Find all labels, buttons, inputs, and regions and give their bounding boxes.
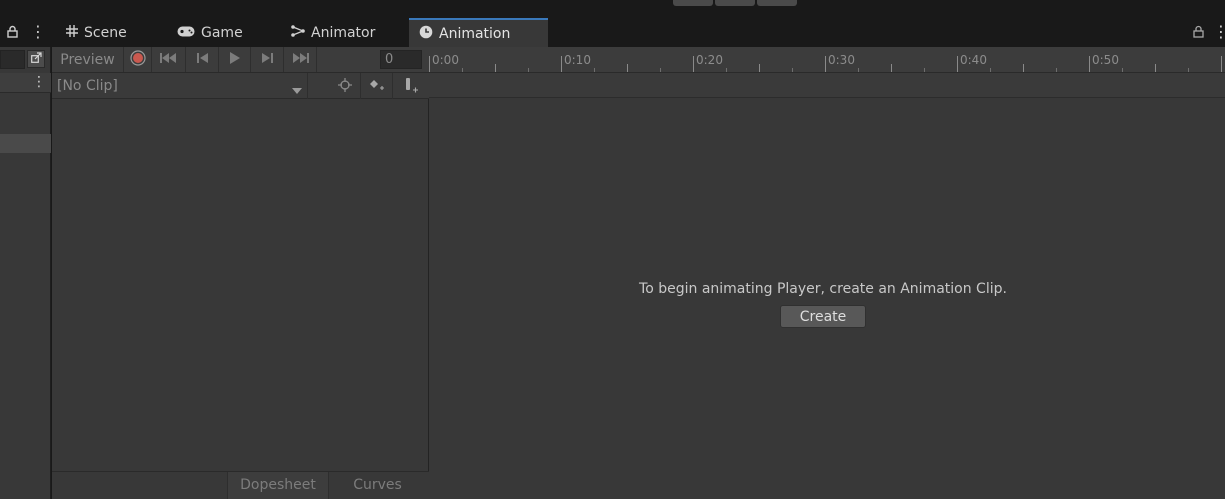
- ruler-tick-label: 0:20: [696, 53, 723, 67]
- next-key-button[interactable]: [251, 47, 284, 72]
- time-ruler[interactable]: 0:00 0:10 0:20 0:30 0:40 0:50: [429, 47, 1225, 73]
- skip-to-end-icon: [291, 52, 309, 67]
- tab-label: Animator: [311, 24, 376, 41]
- animation-properties-panel: [52, 47, 429, 499]
- step-mode-button[interactable]: [757, 0, 797, 6]
- event-lane[interactable]: [429, 73, 1225, 98]
- empty-state-message: To begin animating Player, create an Ani…: [639, 281, 1007, 297]
- clip-selector[interactable]: [No Clip]: [52, 73, 308, 99]
- last-key-button[interactable]: [284, 47, 317, 72]
- external-link-icon: [30, 51, 42, 67]
- chevron-down-icon: [292, 83, 302, 98]
- ruler-tick-label: 0:40: [960, 53, 987, 67]
- clip-selector-label: [No Clip]: [57, 78, 118, 94]
- skip-to-start-icon: [159, 52, 178, 67]
- filter-selection-button[interactable]: [329, 73, 361, 99]
- ruler-tick-label: 0:00: [432, 53, 459, 67]
- play-button[interactable]: [219, 47, 251, 72]
- tab-label: Game: [201, 24, 243, 41]
- add-event-icon: [403, 77, 419, 96]
- frame-field[interactable]: 0: [380, 50, 422, 69]
- pick-object-button[interactable]: [27, 50, 45, 68]
- ruler-tick-label: 0:50: [1092, 53, 1119, 67]
- gamepad-icon: [177, 25, 195, 41]
- record-button[interactable]: [124, 47, 152, 72]
- more-options-icon[interactable]: ⋮: [30, 24, 46, 40]
- pause-mode-button[interactable]: [715, 0, 755, 6]
- crosshair-icon: [337, 77, 352, 95]
- tab-animator[interactable]: Animator: [281, 18, 385, 47]
- play-mode-button[interactable]: [673, 0, 713, 6]
- add-event-button[interactable]: [393, 73, 429, 99]
- previous-key-button[interactable]: [186, 47, 219, 72]
- play-icon: [229, 51, 240, 68]
- more-options-icon[interactable]: ⋮: [1213, 24, 1225, 40]
- tab-animation[interactable]: Animation: [409, 18, 548, 47]
- hierarchy-panel: [0, 47, 51, 499]
- lock-icon[interactable]: [1193, 25, 1204, 42]
- preview-toggle[interactable]: Preview: [52, 47, 124, 72]
- ruler-tick-label: 0:10: [564, 53, 591, 67]
- top-strip: [0, 0, 1225, 18]
- ruler-tick-label: 0:30: [828, 53, 855, 67]
- step-back-icon: [196, 52, 208, 67]
- first-key-button[interactable]: [152, 47, 186, 72]
- tab-game[interactable]: Game: [167, 18, 253, 47]
- add-keyframe-icon: [369, 78, 385, 95]
- clock-icon: [419, 25, 433, 43]
- tab-curves[interactable]: Curves: [329, 472, 426, 499]
- step-forward-icon: [261, 52, 273, 67]
- record-icon: [129, 49, 146, 70]
- search-field[interactable]: [0, 50, 25, 69]
- timeline-area[interactable]: [429, 47, 1225, 499]
- grid-icon: [66, 24, 78, 41]
- more-options-icon[interactable]: ⋮: [32, 75, 46, 89]
- animator-icon: [291, 24, 305, 41]
- tab-label: Scene: [84, 24, 127, 41]
- tab-scene[interactable]: Scene: [56, 18, 137, 47]
- create-clip-button[interactable]: Create: [780, 305, 866, 328]
- lock-icon[interactable]: [7, 25, 18, 42]
- tab-label: Animation: [439, 25, 511, 42]
- tab-dopesheet[interactable]: Dopesheet: [227, 472, 329, 499]
- add-keyframe-button[interactable]: [361, 73, 393, 99]
- list-item-selected[interactable]: [0, 134, 51, 153]
- preview-label: Preview: [60, 51, 115, 68]
